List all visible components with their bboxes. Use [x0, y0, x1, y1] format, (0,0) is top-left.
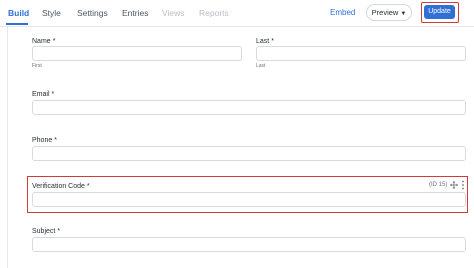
subject-input[interactable]	[32, 237, 466, 252]
phone-field-label: Phone *	[32, 136, 57, 145]
update-button[interactable]: Update	[424, 5, 455, 19]
active-tab-indicator	[6, 23, 28, 25]
required-marker: *	[52, 38, 56, 45]
tab-style[interactable]: Style	[42, 8, 61, 18]
name-field-label: Name *	[32, 37, 55, 46]
phone-label-text: Phone	[32, 137, 53, 144]
last-sublabel: Last	[256, 63, 266, 69]
vertical-dots-icon[interactable]	[461, 180, 465, 190]
first-sublabel: First	[32, 63, 42, 69]
last-field-label: Last *	[256, 37, 274, 46]
embed-link[interactable]: Embed	[330, 8, 355, 18]
toolbar-divider	[0, 26, 474, 27]
verification-code-input[interactable]	[32, 192, 466, 207]
tab-views[interactable]: Views	[162, 8, 185, 18]
move-arrows-icon[interactable]	[450, 181, 458, 189]
name-label-text: Name	[32, 38, 51, 45]
required-marker: *	[271, 38, 274, 45]
first-name-input[interactable]	[32, 46, 242, 61]
verification-label-text: Verification Code	[32, 183, 85, 190]
email-input[interactable]	[32, 100, 466, 115]
preview-label: Preview	[371, 8, 399, 17]
phone-input[interactable]	[32, 146, 466, 161]
tab-reports[interactable]: Reports	[199, 8, 229, 18]
preview-button[interactable]: Preview ▼	[366, 4, 412, 21]
verification-field-label: Verification Code *	[32, 182, 90, 191]
required-marker: *	[51, 91, 55, 98]
tab-settings[interactable]: Settings	[77, 8, 108, 18]
left-rail-divider	[7, 26, 8, 268]
required-marker: *	[57, 228, 61, 235]
tab-build[interactable]: Build	[8, 8, 29, 18]
top-toolbar: Build Style Settings Entries Views Repor…	[0, 0, 474, 26]
update-button-highlight: Update	[421, 2, 459, 23]
tab-entries[interactable]: Entries	[122, 8, 148, 18]
last-name-input[interactable]	[256, 46, 466, 61]
subject-field-label: Subject *	[32, 227, 60, 236]
subject-label-text: Subject	[32, 228, 56, 235]
field-id-badge: (ID 15)	[429, 182, 448, 188]
required-marker: *	[54, 137, 57, 144]
email-field-label: Email *	[32, 90, 54, 99]
email-label-text: Email	[32, 91, 50, 98]
required-marker: *	[86, 183, 90, 190]
last-label-text: Last	[256, 38, 270, 45]
chevron-down-icon: ▼	[400, 11, 407, 17]
